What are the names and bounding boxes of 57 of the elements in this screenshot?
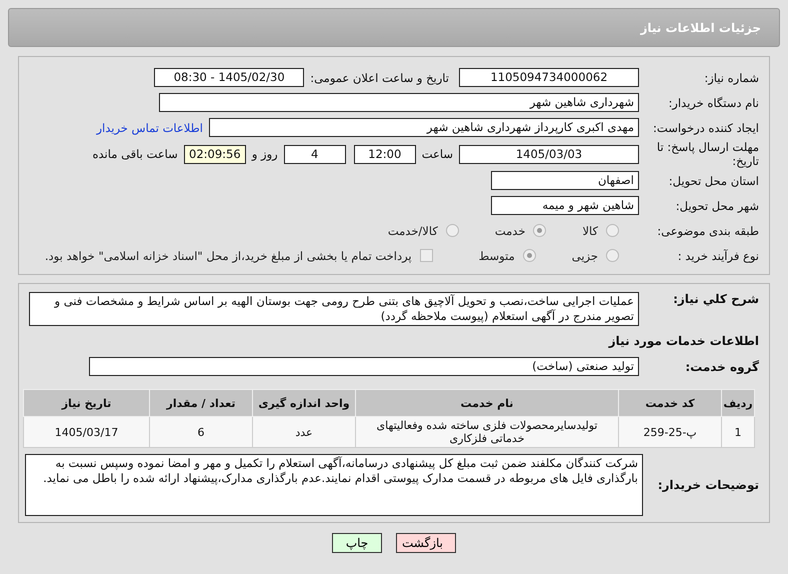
column-header: واحد اندازه گیری xyxy=(252,390,356,416)
column-header: تعداد / مقدار xyxy=(150,390,252,416)
checkbox-label: پرداخت تمام یا بخشی از مبلغ خرید،از محل "اسناد خزانه اسلامی" خواهد بود. xyxy=(44,248,412,262)
radio-button[interactable] xyxy=(606,224,619,237)
field-label: ایجاد کننده درخواست: xyxy=(652,120,760,134)
radio-button[interactable] xyxy=(606,249,619,262)
radio-button[interactable] xyxy=(522,249,536,262)
field-label: توضیحات خریدار: xyxy=(656,478,760,492)
field-label: شهر محل تحویل: xyxy=(674,198,760,212)
table-cell: 6 xyxy=(150,416,252,448)
field-label: استان محل تحویل: xyxy=(668,174,760,188)
field-label: شرح كلي نياز: xyxy=(672,292,760,306)
back-button[interactable]: بازگشت xyxy=(396,533,456,553)
radio-button[interactable] xyxy=(446,224,459,237)
radio-label: کالا/خدمت xyxy=(388,224,438,238)
need-number-field: 1105094734000062 xyxy=(459,68,639,87)
deadline-time-field: 12:00 xyxy=(354,144,416,164)
field-label: تاریخ و ساعت اعلان عمومی: xyxy=(310,70,449,84)
province-field: اصفهان xyxy=(491,171,639,190)
field-label: شماره نیاز: xyxy=(703,70,760,84)
buyer-notes-box: شرکت کنندگان مکلفند ضمن ثبت مبلغ کل پیشنهادی درسامانه،آگهی استعلام را تکمیل و مهر و امضا نموده وسپس نسبت به بارگذاری فایل های مربوطه در قسمت مدارک پیوستی اقدام نمایند.عدم بارگذاری مدارک،پیشنهاد ارائه شده را باطل می نماید. xyxy=(25,454,643,516)
radio-button[interactable] xyxy=(533,224,546,237)
column-header: کد خدمت xyxy=(618,390,722,416)
service-group-field: تولید صنعتی (ساخت) xyxy=(89,357,639,376)
radio-label: کالا xyxy=(582,224,598,238)
section-title: اطلاعات خدمات مورد نیاز xyxy=(607,333,760,350)
checkbox[interactable] xyxy=(420,249,433,262)
page-title: جزئیات اطلاعات نیاز xyxy=(640,20,761,34)
table-cell: تولیدسایرمحصولات فلزی ساخته شده وفعالیتهای خدماتی فلزکاری xyxy=(356,416,618,448)
announce-date-field: 1405/02/30 - 08:30 xyxy=(154,68,304,87)
requester-field: مهدی اکبری کارپرداز شهرداری شاهین شهر xyxy=(209,118,639,137)
buyer-org-field: شهرداری شاهین شهر xyxy=(159,93,639,112)
field-label: نام دستگاه خریدار: xyxy=(667,96,760,110)
deadline-date-field: 1405/03/03 xyxy=(459,144,639,164)
city-field: شاهین شهر و میمه xyxy=(491,196,639,215)
print-button[interactable]: چاپ xyxy=(332,533,382,553)
column-header: نام خدمت xyxy=(356,390,618,416)
radio-label: جزیی xyxy=(572,248,598,262)
days-field: 4 xyxy=(284,144,346,164)
radio-label: متوسط xyxy=(478,248,515,262)
radio-label: خدمت xyxy=(494,224,526,238)
column-header: ردیف xyxy=(722,390,754,416)
column-header: تاریخ نیاز xyxy=(24,390,150,416)
field-label: روز و xyxy=(252,147,278,161)
field-label: ساعت xyxy=(422,147,453,161)
buyer-contact-link[interactable]: اطلاعات تماس خریدار xyxy=(96,120,203,134)
field-label: نوع فرآیند خرید : xyxy=(676,248,760,262)
description-box: عملیات اجرایی ساخت،نصب و تحویل آلاچیق های بتنی طرح رومی جهت بوستان الهیه بر اساس شرایط و مشخصات فنی و تصویر مندرج در آگهی استعلام (پیوست ملاحظه گردد) xyxy=(29,292,639,326)
table-cell: 1 xyxy=(722,416,754,448)
field-label: ساعت باقی مانده xyxy=(92,147,178,161)
remaining-time-field: 02:09:56 xyxy=(184,144,246,164)
table-cell: عدد xyxy=(252,416,356,448)
field-label: مهلت ارسال پاسخ: تا تاریخ: xyxy=(656,140,760,168)
field-label: طبقه بندی موضوعی: xyxy=(656,224,760,238)
field-label: گروه خدمت: xyxy=(684,360,760,374)
table-cell: پ-25-259 xyxy=(618,416,722,448)
table-cell: 1405/03/17 xyxy=(24,416,150,448)
